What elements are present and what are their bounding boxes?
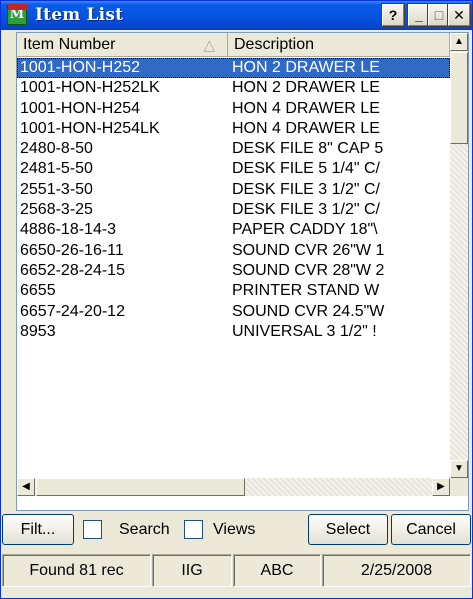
filter-button-label: Filt... <box>20 521 56 538</box>
scroll-left-icon[interactable]: ◀ <box>17 478 35 496</box>
description-cell: DESK FILE 8" CAP 5 <box>232 140 384 158</box>
description-cell: PAPER CADDY 18"\ <box>232 221 378 239</box>
item-number-cell: 6657-24-20-12 <box>20 302 125 320</box>
item-number-cell: 1001-HON-H252LK <box>20 79 160 97</box>
minimize-icon: _ <box>415 7 423 23</box>
item-number-cell: 6652-28-24-15 <box>20 261 125 279</box>
table-row[interactable]: 2551-3-50 DESK FILE 3 1/2" C/ <box>17 180 450 200</box>
description-cell: DESK FILE 5 1/4" C/ <box>232 160 380 178</box>
status-code: ABC <box>233 554 321 587</box>
table-row[interactable]: 1001-HON-H254LK HON 4 DRAWER LE <box>17 119 450 139</box>
window-title: Item List <box>35 5 124 25</box>
grid-rows: 1001-HON-H252 HON 2 DRAWER LE 1001-HON-H2… <box>17 58 450 478</box>
help-icon: ? <box>388 7 398 23</box>
vertical-scroll-thumb[interactable] <box>450 52 468 144</box>
sort-ascending-icon: △ <box>203 37 215 54</box>
description-cell: SOUND CVR 28"W 2 <box>232 261 385 279</box>
item-number-cell: 2568-3-25 <box>20 201 93 219</box>
horizontal-scrollbar[interactable]: ◀ ▶ <box>17 478 450 496</box>
item-list-window: M Item List ? _ □ ✕ Item Number △ Descri… <box>0 0 473 599</box>
app-icon[interactable]: M <box>7 4 28 25</box>
description-cell: PRINTER STAND W <box>232 282 380 300</box>
vertical-scrollbar[interactable]: ▲ ▼ <box>450 33 468 478</box>
description-cell: UNIVERSAL 3 1/2" ! <box>232 322 377 340</box>
item-number-cell: 8953 <box>20 322 56 340</box>
close-icon: ✕ <box>453 7 465 23</box>
cancel-button[interactable]: Cancel <box>391 514 471 545</box>
description-cell: DESK FILE 3 1/2" C/ <box>232 201 380 219</box>
table-row[interactable]: 4886-18-14-3 PAPER CADDY 18"\ <box>17 220 450 240</box>
item-number-cell: 2551-3-50 <box>20 180 93 198</box>
table-row[interactable]: 6657-24-20-12 SOUND CVR 24.5"W <box>17 302 450 322</box>
help-button[interactable]: ? <box>381 3 405 27</box>
item-number-cell: 1001-HON-H254 <box>20 99 141 117</box>
status-found-count: Found 81 rec <box>2 554 151 587</box>
table-row[interactable]: 6650-26-16-11 SOUND CVR 26"W 1 <box>17 241 450 261</box>
column-header-description-label: Description <box>234 36 315 53</box>
table-row[interactable]: 1001-HON-H254 HON 4 DRAWER LE <box>17 99 450 119</box>
description-cell: HON 4 DRAWER LE <box>232 99 380 117</box>
table-row[interactable]: 2481-5-50 DESK FILE 5 1/4" C/ <box>17 159 450 179</box>
table-row[interactable]: 8953 UNIVERSAL 3 1/2" ! <box>17 322 450 342</box>
scrollbar-corner <box>450 478 468 496</box>
maximize-button[interactable]: □ <box>427 3 451 27</box>
table-row[interactable]: 6655 PRINTER STAND W <box>17 281 450 301</box>
table-row[interactable]: 1001-HON-H252LK HON 2 DRAWER LE <box>17 78 450 98</box>
scroll-right-icon[interactable]: ▶ <box>432 478 450 496</box>
search-checkbox[interactable] <box>83 520 102 539</box>
cancel-button-label: Cancel <box>406 521 456 538</box>
item-number-cell: 6655 <box>20 282 56 300</box>
description-cell: HON 2 DRAWER LE <box>232 59 380 76</box>
description-cell: DESK FILE 3 1/2" C/ <box>232 180 380 198</box>
table-row[interactable]: 6652-28-24-15 SOUND CVR 28"W 2 <box>17 261 450 281</box>
column-header-item-number-label: Item Number <box>23 36 116 53</box>
views-checkbox-label: Views <box>213 521 256 538</box>
horizontal-scroll-thumb[interactable] <box>36 478 245 496</box>
description-cell: HON 4 DRAWER LE <box>232 119 380 137</box>
item-number-cell: 2481-5-50 <box>20 160 93 178</box>
table-row[interactable]: 2480-8-50 DESK FILE 8" CAP 5 <box>17 139 450 159</box>
minimize-button[interactable]: _ <box>407 3 431 27</box>
title-bar[interactable]: M Item List ? _ □ ✕ <box>1 1 472 30</box>
description-cell: SOUND CVR 24.5"W <box>232 302 385 320</box>
item-number-cell: 1001-HON-H254LK <box>20 119 160 137</box>
search-checkbox-label: Search <box>119 521 170 538</box>
status-date: 2/25/2008 <box>322 554 471 587</box>
item-number-cell: 4886-18-14-3 <box>20 221 117 239</box>
column-header-item-number[interactable]: Item Number △ <box>17 33 228 57</box>
item-number-cell: 6650-26-16-11 <box>20 241 124 259</box>
filter-button[interactable]: Filt... <box>2 514 74 545</box>
table-row[interactable]: 2568-3-25 DESK FILE 3 1/2" C/ <box>17 200 450 220</box>
scroll-up-icon[interactable]: ▲ <box>450 33 468 51</box>
maximize-icon: □ <box>434 7 444 23</box>
column-header-description[interactable]: Description <box>228 33 450 57</box>
table-row[interactable]: 1001-HON-H252 HON 2 DRAWER LE <box>17 58 450 79</box>
select-button-label: Select <box>325 521 371 538</box>
close-button[interactable]: ✕ <box>447 3 471 27</box>
status-company: IIG <box>152 554 232 587</box>
item-number-cell: 1001-HON-H252 <box>20 59 141 76</box>
select-button[interactable]: Select <box>308 514 388 545</box>
description-cell: HON 2 DRAWER LE <box>232 79 380 97</box>
item-number-cell: 2480-8-50 <box>20 140 93 158</box>
scroll-down-icon[interactable]: ▼ <box>450 460 468 478</box>
item-grid: Item Number △ Description 1001-HON-H252 H… <box>16 32 469 511</box>
description-cell: SOUND CVR 26"W 1 <box>232 241 385 259</box>
views-checkbox[interactable] <box>184 520 203 539</box>
